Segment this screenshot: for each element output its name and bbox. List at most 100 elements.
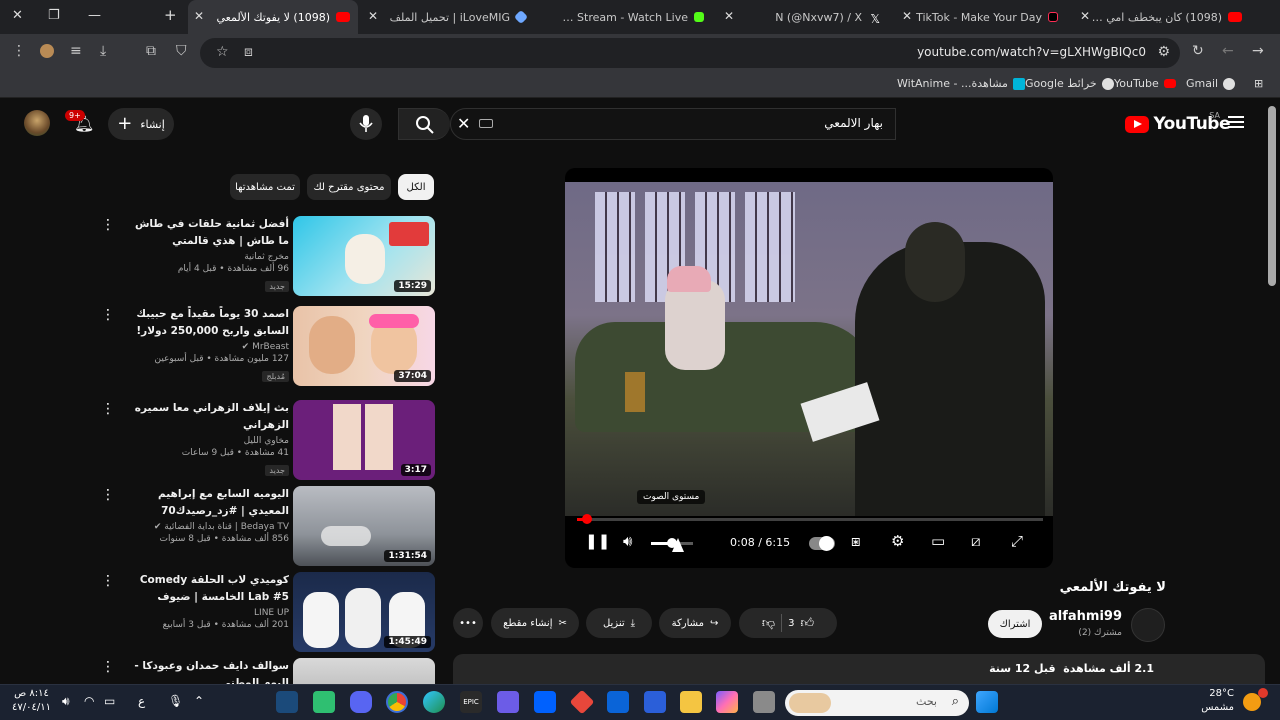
download-icon[interactable]: ⤓	[100, 44, 106, 58]
browser-tab[interactable]: Nxv7 Stream - Watch Live	[540, 0, 712, 34]
page-scrollbar[interactable]	[1268, 106, 1276, 286]
input-language[interactable]: ع	[138, 695, 145, 707]
taskbar-search[interactable]: بحث ⌕	[785, 690, 969, 716]
new-tab-icon[interactable]: +	[164, 6, 177, 24]
forward-icon[interactable]: ←	[1222, 44, 1234, 58]
create-button[interactable]: إنشاء +	[108, 108, 174, 140]
bookmark-youtube[interactable]: YouTube	[1114, 77, 1176, 90]
install-app-icon[interactable]: ⧈	[244, 45, 253, 59]
recommendation-title[interactable]: أفضل ثمانية حلقات في طاش ما طاش | هذي قا…	[123, 216, 289, 250]
app-green-icon[interactable]	[313, 691, 335, 713]
fullscreen-icon[interactable]: ⤢	[1011, 534, 1023, 549]
more-options-icon[interactable]: ⋮	[101, 488, 115, 502]
recommendation-title[interactable]: سوالف دايف حمدان وعبودكا - اليوم الوطني	[123, 658, 289, 684]
bookmark-gmail[interactable]: Gmail	[1186, 77, 1236, 90]
file-explorer-icon[interactable]	[680, 691, 702, 713]
system-clock[interactable]: ٨:١٤ ص ٤٧/٠٤/١١	[12, 687, 51, 715]
chip-watched[interactable]: تمت مشاهدتها	[230, 174, 300, 200]
video-player[interactable]: مستوى الصوت ❚❚ 🔊︎ 0:08 / 6:15 ⧆ ⚙ ▭ ⧄ ⤢	[565, 168, 1053, 568]
close-tab-icon[interactable]: ✕	[902, 9, 912, 23]
app-red-icon[interactable]	[569, 689, 595, 715]
windows-start-icon[interactable]	[976, 691, 998, 713]
browser-tab[interactable]: iLoveMIG | تحميل الملف ✕	[362, 0, 534, 34]
recommendation-title[interactable]: اصمد 30 يوماً مقيداً مع حبيبك السابق وار…	[123, 306, 289, 340]
recommendation-item[interactable]: 3:17 بث إيلاف الزهراني معا سميره الزهران…	[95, 400, 435, 480]
video-thumbnail[interactable]: 1:31:54	[293, 486, 435, 566]
clear-search-icon[interactable]: ✕	[457, 114, 470, 133]
minimize-window-icon[interactable]: —	[88, 8, 101, 23]
epic-games-icon[interactable]: EPIC	[460, 691, 482, 713]
recommendation-channel[interactable]: MrBeast	[252, 342, 289, 352]
back-icon[interactable]: →	[1252, 44, 1264, 58]
recommendation-title[interactable]: كوميدي لاب الحلقة Comedy Lab #5 الخامسة …	[123, 572, 289, 606]
volume-icon[interactable]: 🔊︎	[623, 534, 632, 549]
bookmark-witanime[interactable]: مشاهدة... - WitAnime	[897, 77, 1025, 90]
account-avatar[interactable]	[24, 110, 50, 136]
video-thumbnail[interactable]: 3:17	[293, 400, 435, 480]
steam-icon[interactable]	[276, 691, 298, 713]
weather-widget[interactable]: 28°C مشمس	[1201, 687, 1234, 715]
dropbox-icon[interactable]	[534, 691, 556, 713]
recommendation-channel[interactable]: مخرج ثمانية	[123, 252, 289, 262]
close-window-icon[interactable]: ✕	[12, 8, 23, 23]
video-frame[interactable]	[565, 182, 1053, 516]
more-options-icon[interactable]: ⋮	[101, 660, 115, 674]
shield-icon[interactable]: ⛉	[176, 44, 187, 58]
copilot-icon[interactable]	[716, 691, 738, 713]
browser-tab-active[interactable]: (1098) لا يفوتك الألمعي ✕	[188, 0, 358, 34]
miniplayer-icon[interactable]: ▭	[931, 534, 945, 549]
restore-window-icon[interactable]: ❐	[48, 8, 60, 23]
autoplay-toggle[interactable]	[809, 536, 835, 551]
video-thumbnail[interactable]: 15:29	[293, 216, 435, 296]
app-purple-icon[interactable]	[497, 691, 519, 713]
search-query-text[interactable]: بهار الالمعي	[824, 116, 883, 130]
subscribe-button[interactable]: اشتراك	[988, 610, 1042, 638]
hamburger-menu-icon[interactable]	[1228, 116, 1244, 128]
chip-all[interactable]: الكل	[398, 174, 434, 200]
progress-bar[interactable]	[577, 514, 1043, 524]
reload-icon[interactable]: ↻	[1192, 44, 1204, 58]
site-settings-icon[interactable]: ⚙	[1157, 45, 1170, 59]
close-tab-icon[interactable]: ✕	[368, 9, 378, 23]
bookmark-maps[interactable]: خرائط Google	[1025, 77, 1114, 90]
video-thumbnail[interactable]: 1:45:49	[293, 572, 435, 652]
monitor-icon[interactable]: ▭	[104, 695, 115, 707]
voice-search-button[interactable]	[350, 108, 382, 140]
close-tab-icon[interactable]: ✕	[1080, 9, 1090, 23]
more-options-icon[interactable]: ⋮	[101, 402, 115, 416]
browser-tab[interactable]: 𝕏 N (@Nxvw7) / X ✕	[718, 0, 888, 34]
recommendation-item[interactable]: 37:04 اصمد 30 يوماً مقيداً مع حبيبك السا…	[95, 306, 435, 386]
edge-icon[interactable]	[423, 691, 445, 713]
cast-icon[interactable]: ⧄	[971, 534, 981, 549]
download-button[interactable]: ⤓ تنزيل	[586, 608, 652, 638]
video-thumbnail[interactable]	[293, 658, 435, 684]
chip-recommended[interactable]: محتوى مقترح لك	[307, 174, 391, 200]
close-tab-icon[interactable]: ✕	[194, 9, 204, 23]
recommendation-title[interactable]: اليوميه السابع مع إبراهيم المعيدي | #زد_…	[123, 486, 289, 520]
share-button[interactable]: ↪ مشاركة	[659, 608, 731, 638]
more-options-icon[interactable]: ⋮	[101, 574, 115, 588]
recommendation-title[interactable]: بث إيلاف الزهراني معا سميره الزهراني	[123, 400, 289, 434]
browser-tab[interactable]: TikTok - Make Your Day ✕	[896, 0, 1066, 34]
search-input[interactable]: بهار الالمعي ✕	[450, 108, 896, 140]
sound-icon[interactable]: 🔊︎	[62, 695, 70, 707]
microphone-icon[interactable]: 🎙︎	[168, 695, 183, 707]
discord-icon[interactable]	[350, 691, 372, 713]
video-thumbnail[interactable]: 37:04	[293, 306, 435, 386]
recommendation-item[interactable]: 1:45:49 كوميدي لاب الحلقة Comedy Lab #5 …	[95, 572, 435, 652]
clip-button[interactable]: ✂ إنشاء مقطع	[491, 608, 579, 638]
extensions-icon[interactable]: ⧉	[146, 44, 156, 58]
media-controls-icon[interactable]: ≡	[70, 44, 82, 58]
close-tab-icon[interactable]: ✕	[724, 9, 734, 23]
url-text[interactable]: youtube.com/watch?v=gLXHWgBIQc0	[917, 45, 1146, 59]
channel-name[interactable]: alfahmi99	[1049, 609, 1122, 624]
outlook-icon[interactable]	[607, 691, 629, 713]
recommendation-item[interactable]: 1:31:54 اليوميه السابع مع إبراهيم المعيد…	[95, 486, 435, 566]
search-button[interactable]	[398, 108, 450, 140]
more-options-icon[interactable]: ⋮	[101, 308, 115, 322]
recommendation-channel[interactable]: Bedaya TV | قناة بداية الفضائية	[164, 522, 289, 532]
recommendation-channel[interactable]: مخاوي الليل	[123, 436, 289, 446]
keyboard-icon[interactable]	[479, 119, 493, 128]
wifi-icon[interactable]: ◠	[84, 695, 94, 707]
profile-avatar-icon[interactable]	[40, 44, 54, 58]
